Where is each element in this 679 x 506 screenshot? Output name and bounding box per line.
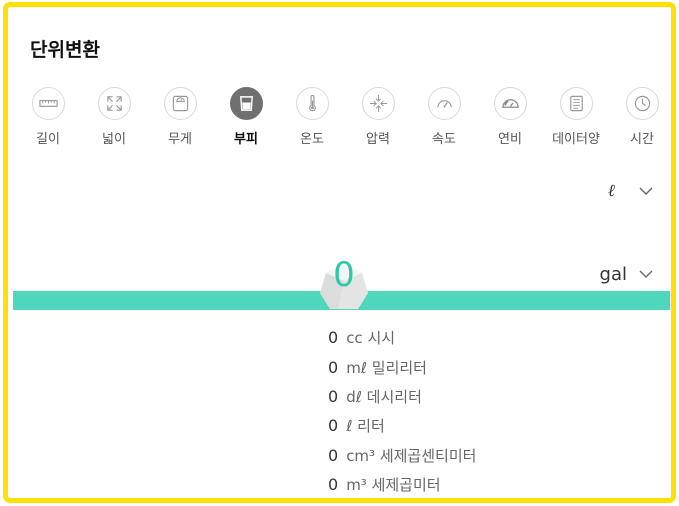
result-value: 0 xyxy=(328,416,339,436)
unit-converter-widget: 단위변환 길이 넓이 무게 부피 온도 압력 속도 연비 데이터양 시간 ℓ g… xyxy=(3,2,676,503)
result-row: 0 cc 시시 xyxy=(328,323,476,352)
tab-weight[interactable]: 무게 xyxy=(147,87,213,147)
result-row: 0 ℓ 리터 xyxy=(328,411,476,440)
compress-icon xyxy=(369,94,387,113)
chevron-down-icon xyxy=(639,270,653,278)
from-unit-value: ℓ xyxy=(607,181,615,201)
input-value[interactable]: 0 xyxy=(316,253,372,297)
result-value: 0 xyxy=(328,357,339,377)
thermometer-icon xyxy=(308,94,316,112)
speedometer-icon xyxy=(436,100,452,108)
tab-label: 데이터양 xyxy=(552,132,600,147)
tab-label: 온도 xyxy=(300,132,324,147)
result-unit: dℓ 데시리터 xyxy=(346,387,422,406)
result-value: 0 xyxy=(328,328,339,348)
tab-label: 길이 xyxy=(36,132,60,147)
tab-label: 시간 xyxy=(630,132,654,147)
beaker-icon xyxy=(239,96,253,111)
result-row: 0 m³ 세제곱미터 xyxy=(328,470,476,498)
tab-label: 넓이 xyxy=(102,132,126,147)
tab-label: 연비 xyxy=(498,132,522,147)
ruler-icon xyxy=(38,100,58,107)
widget-title: 단위변환 xyxy=(30,39,100,61)
tab-fuel-efficiency[interactable]: 연비 xyxy=(477,87,543,147)
result-unit: cc 시시 xyxy=(346,329,396,348)
to-unit-value: gal xyxy=(599,264,627,285)
tab-speed[interactable]: 속도 xyxy=(411,87,477,147)
tab-temperature[interactable]: 온도 xyxy=(279,87,345,147)
fuel-gauge-icon xyxy=(501,99,519,108)
conversion-results-list: 0 cc 시시 0 mℓ 밀리리터 0 dℓ 데시리터 0 ℓ 리터 0 cm³ 세제곱센… xyxy=(328,323,476,498)
result-unit: mℓ 밀리리터 xyxy=(346,358,427,377)
result-row: 0 dℓ 데시리터 xyxy=(328,382,476,411)
tab-label: 압력 xyxy=(366,132,390,147)
result-unit: cm³ 세제곱센티미터 xyxy=(346,446,477,465)
category-tabs: 길이 넓이 무게 부피 온도 압력 속도 연비 데이터양 시간 xyxy=(15,87,670,157)
result-unit: ℓ 리터 xyxy=(346,417,385,436)
tab-pressure[interactable]: 압력 xyxy=(345,87,411,147)
tab-volume[interactable]: 부피 xyxy=(213,87,279,147)
result-value: 0 xyxy=(328,475,339,495)
document-icon xyxy=(569,95,583,112)
tab-time[interactable]: 시간 xyxy=(609,87,671,147)
result-row: 0 mℓ 밀리리터 xyxy=(328,352,476,381)
tab-length[interactable]: 길이 xyxy=(15,87,81,147)
clock-icon xyxy=(634,95,650,112)
tab-label: 무게 xyxy=(168,132,192,147)
result-unit: m³ 세제곱미터 xyxy=(346,476,441,495)
tab-data-size[interactable]: 데이터양 xyxy=(543,87,609,147)
tab-label: 속도 xyxy=(432,132,456,147)
scale-icon xyxy=(172,95,188,112)
value-slider-handle[interactable]: 0 xyxy=(316,253,372,313)
result-row: 0 cm³ 세제곱센티미터 xyxy=(328,441,476,470)
from-unit-select[interactable]: ℓ xyxy=(608,181,653,201)
result-value: 0 xyxy=(328,445,339,465)
tab-label: 부피 xyxy=(234,132,258,147)
to-unit-select[interactable]: gal xyxy=(600,264,653,285)
tab-area[interactable]: 넓이 xyxy=(81,87,147,147)
result-value: 0 xyxy=(328,386,339,406)
expand-icon xyxy=(106,96,122,111)
chevron-down-icon xyxy=(639,187,653,195)
